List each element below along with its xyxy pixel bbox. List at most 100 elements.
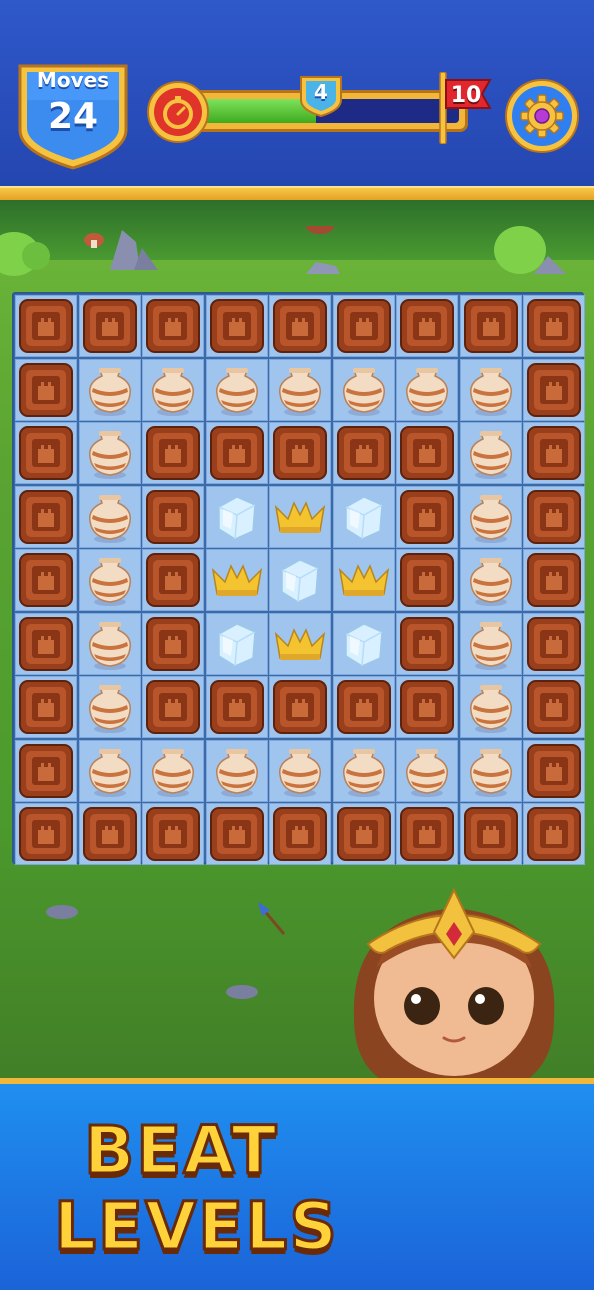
clay-pot-tile[interactable]: [399, 362, 455, 418]
wooden-crate-tile[interactable]: [463, 298, 519, 354]
board-cell[interactable]: [523, 676, 585, 738]
wooden-crate-tile[interactable]: [145, 679, 201, 735]
board-cell[interactable]: [523, 485, 585, 548]
board-cell[interactable]: [15, 422, 77, 484]
board-cell[interactable]: [332, 739, 395, 802]
wooden-crate-tile[interactable]: [463, 806, 519, 862]
board-cell[interactable]: [142, 803, 204, 865]
board-cell[interactable]: [269, 739, 331, 802]
wooden-crate-tile[interactable]: [145, 489, 201, 545]
wooden-crate-tile[interactable]: [18, 298, 74, 354]
clay-pot-tile[interactable]: [145, 362, 201, 418]
clay-pot-tile[interactable]: [463, 616, 519, 672]
clay-pot-tile[interactable]: [272, 362, 328, 418]
board-cell[interactable]: [332, 803, 395, 865]
board-cell[interactable]: [396, 676, 458, 738]
wooden-crate-tile[interactable]: [272, 806, 328, 862]
clay-pot-tile[interactable]: [82, 679, 138, 735]
board-cell[interactable]: [269, 612, 331, 675]
wooden-crate-tile[interactable]: [336, 425, 392, 481]
board-cell[interactable]: [459, 612, 522, 675]
board-cell[interactable]: [15, 676, 77, 738]
clay-pot-tile[interactable]: [82, 552, 138, 608]
clay-pot-tile[interactable]: [82, 362, 138, 418]
clay-pot-tile[interactable]: [272, 743, 328, 799]
wooden-crate-tile[interactable]: [336, 806, 392, 862]
clay-pot-tile[interactable]: [82, 616, 138, 672]
board-cell[interactable]: [269, 485, 331, 548]
board-cell[interactable]: [15, 739, 77, 802]
wooden-crate-tile[interactable]: [336, 298, 392, 354]
board-cell[interactable]: [459, 739, 522, 802]
wooden-crate-tile[interactable]: [18, 743, 74, 799]
wooden-crate-tile[interactable]: [526, 552, 582, 608]
wooden-crate-tile[interactable]: [82, 298, 138, 354]
wooden-crate-tile[interactable]: [145, 425, 201, 481]
board-cell[interactable]: [205, 739, 268, 802]
clay-pot-tile[interactable]: [463, 425, 519, 481]
clay-pot-tile[interactable]: [336, 362, 392, 418]
wooden-crate-tile[interactable]: [145, 298, 201, 354]
clay-pot-tile[interactable]: [463, 743, 519, 799]
ice-cube-tile[interactable]: [272, 552, 328, 608]
board-cell[interactable]: [78, 295, 141, 357]
board-cell[interactable]: [15, 295, 77, 357]
board-cell[interactable]: [205, 612, 268, 675]
wooden-crate-tile[interactable]: [526, 743, 582, 799]
board-cell[interactable]: [205, 676, 268, 738]
board-cell[interactable]: [459, 358, 522, 421]
wooden-crate-tile[interactable]: [399, 552, 455, 608]
wooden-crate-tile[interactable]: [336, 679, 392, 735]
board-cell[interactable]: [396, 803, 458, 865]
board-cell[interactable]: [396, 549, 458, 611]
board-cell[interactable]: [269, 676, 331, 738]
board-cell[interactable]: [15, 358, 77, 421]
board-cell[interactable]: [78, 676, 141, 738]
wooden-crate-tile[interactable]: [526, 298, 582, 354]
wooden-crate-tile[interactable]: [145, 552, 201, 608]
board-cell[interactable]: [142, 295, 204, 357]
board-cell[interactable]: [459, 422, 522, 484]
board-cell[interactable]: [459, 549, 522, 611]
wooden-crate-tile[interactable]: [18, 362, 74, 418]
board-cell[interactable]: [332, 549, 395, 611]
board-cell[interactable]: [142, 676, 204, 738]
board-cell[interactable]: [269, 549, 331, 611]
board-cell[interactable]: [205, 422, 268, 484]
board-cell[interactable]: [15, 549, 77, 611]
ice-cube-tile[interactable]: [209, 489, 265, 545]
wooden-crate-tile[interactable]: [18, 552, 74, 608]
clay-pot-tile[interactable]: [145, 743, 201, 799]
board-cell[interactable]: [78, 422, 141, 484]
board-cell[interactable]: [396, 485, 458, 548]
wooden-crate-tile[interactable]: [18, 489, 74, 545]
board-cell[interactable]: [205, 803, 268, 865]
wooden-crate-tile[interactable]: [145, 806, 201, 862]
board-cell[interactable]: [269, 358, 331, 421]
wooden-crate-tile[interactable]: [526, 489, 582, 545]
board-cell[interactable]: [78, 803, 141, 865]
wooden-crate-tile[interactable]: [526, 616, 582, 672]
clay-pot-tile[interactable]: [399, 743, 455, 799]
wooden-crate-tile[interactable]: [399, 298, 455, 354]
wooden-crate-tile[interactable]: [209, 425, 265, 481]
clay-pot-tile[interactable]: [336, 743, 392, 799]
wooden-crate-tile[interactable]: [526, 806, 582, 862]
board-cell[interactable]: [332, 485, 395, 548]
clay-pot-tile[interactable]: [82, 489, 138, 545]
board-cell[interactable]: [15, 485, 77, 548]
wooden-crate-tile[interactable]: [82, 806, 138, 862]
gold-crown-tile[interactable]: [209, 552, 265, 608]
clay-pot-tile[interactable]: [463, 489, 519, 545]
wooden-crate-tile[interactable]: [272, 679, 328, 735]
wooden-crate-tile[interactable]: [399, 616, 455, 672]
ice-cube-tile[interactable]: [336, 489, 392, 545]
board-cell[interactable]: [15, 612, 77, 675]
settings-button[interactable]: [504, 78, 580, 154]
wooden-crate-tile[interactable]: [18, 679, 74, 735]
wooden-crate-tile[interactable]: [209, 298, 265, 354]
wooden-crate-tile[interactable]: [18, 425, 74, 481]
wooden-crate-tile[interactable]: [272, 298, 328, 354]
board-cell[interactable]: [142, 549, 204, 611]
wooden-crate-tile[interactable]: [399, 425, 455, 481]
